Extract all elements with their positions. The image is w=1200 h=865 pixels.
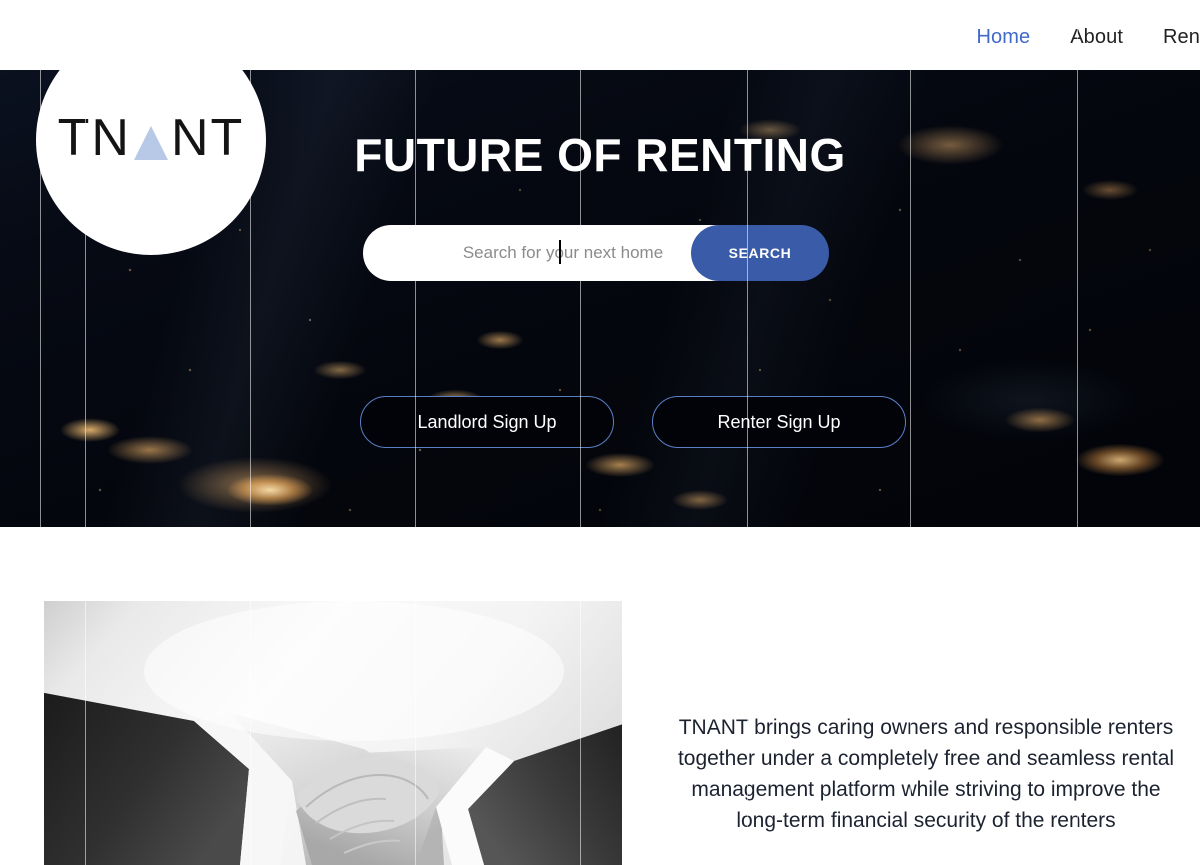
logo-text-before: TN <box>57 109 131 167</box>
handshake-illustration <box>44 601 622 865</box>
triangle-icon <box>134 126 168 160</box>
landing-page: FUTURE OF RENTING SEARCH Landlord Sign U… <box>0 0 1200 865</box>
logo[interactable]: TN NT <box>36 25 266 255</box>
text-cursor <box>559 240 561 264</box>
renter-signup-button[interactable]: Renter Sign Up <box>652 396 906 448</box>
hero-signup-row: Landlord Sign Up Renter Sign Up <box>360 396 906 448</box>
nav-links: Home About Ren <box>976 22 1200 52</box>
nav-link-about[interactable]: About <box>1070 22 1123 52</box>
nav-link-renters[interactable]: Ren <box>1163 22 1200 52</box>
search-button[interactable]: SEARCH <box>691 225 829 281</box>
landlord-signup-button[interactable]: Landlord Sign Up <box>360 396 614 448</box>
handshake-image <box>44 601 622 865</box>
nav-link-home[interactable]: Home <box>976 22 1030 52</box>
hero-search-row: SEARCH <box>363 225 829 281</box>
about-paragraph: TNANT brings caring owners and responsib… <box>677 716 1175 832</box>
logo-wordmark: TN NT <box>58 108 245 168</box>
about-section: TNANT brings caring owners and responsib… <box>0 527 1200 865</box>
logo-text-after: NT <box>171 109 245 167</box>
handshake-image-inner <box>44 601 622 865</box>
